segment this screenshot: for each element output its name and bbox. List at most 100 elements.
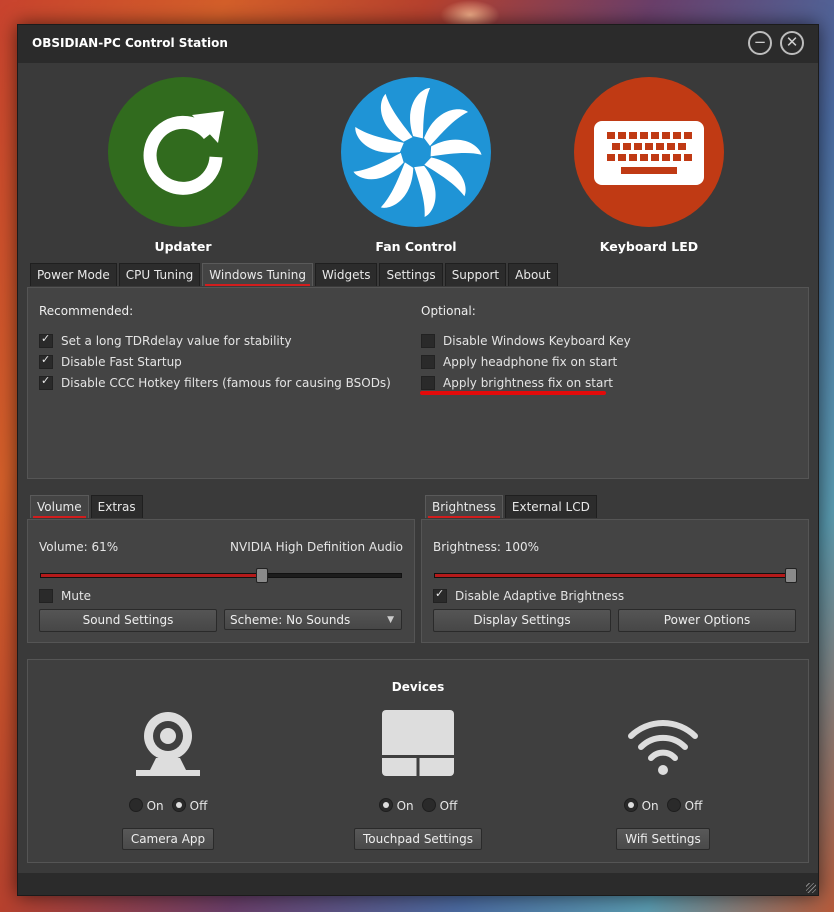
main-tab-bar: Power Mode CPU Tuning Windows Tuning Wid…	[30, 263, 558, 287]
wifi-device: On Off Wifi Settings	[563, 708, 763, 850]
camera-off-label: Off	[189, 799, 208, 813]
adaptive-brightness-label: Disable Adaptive Brightness	[455, 588, 625, 603]
optional-heading: Optional:	[421, 304, 476, 318]
brightness-slider-handle[interactable]	[785, 568, 797, 583]
tab-cpu-tuning[interactable]: CPU Tuning	[118, 263, 201, 286]
fan-control-circle	[341, 77, 491, 227]
fan-control-tile[interactable]: Fan Control	[341, 77, 491, 254]
camera-toggle: On Off	[68, 798, 268, 813]
minimize-button[interactable]: −	[748, 31, 772, 55]
wifi-off-label: Off	[684, 799, 703, 813]
tab-settings[interactable]: Settings	[379, 263, 443, 286]
tab-extras[interactable]: Extras	[90, 495, 143, 518]
camera-on-radio[interactable]	[128, 798, 143, 812]
close-button[interactable]: ✕	[780, 31, 804, 55]
camera-on-option[interactable]: On	[128, 798, 164, 813]
brightness-fix-checkbox[interactable]	[421, 375, 435, 390]
tab-about[interactable]: About	[508, 263, 558, 286]
adaptive-brightness-checkbox[interactable]	[433, 587, 447, 603]
tab-support[interactable]: Support	[444, 263, 507, 286]
updater-tile[interactable]: Updater	[108, 77, 258, 254]
fast-startup-checkbox[interactable]	[39, 353, 53, 369]
ccc-hotkey-option[interactable]: Disable CCC Hotkey filters (famous for c…	[39, 372, 391, 393]
camera-on-label: On	[146, 799, 164, 813]
touchpad-settings-button[interactable]: Touchpad Settings	[353, 828, 483, 850]
tab-volume[interactable]: Volume	[30, 495, 89, 518]
sound-scheme-value: Scheme: No Sounds	[230, 613, 351, 627]
tab-widgets[interactable]: Widgets	[314, 263, 378, 286]
recommended-heading: Recommended:	[39, 304, 134, 318]
resize-grip-icon[interactable]	[806, 883, 816, 893]
tdr-delay-checkbox[interactable]	[39, 332, 53, 348]
ccc-hotkey-label: Disable CCC Hotkey filters (famous for c…	[61, 375, 391, 390]
wifi-on-radio[interactable]	[623, 798, 638, 812]
camera-app-button[interactable]: Camera App	[121, 828, 215, 850]
audio-device-label: NVIDIA High Definition Audio	[230, 540, 403, 554]
brightness-fix-option[interactable]: Apply brightness fix on start	[421, 372, 631, 393]
window-title: OBSIDIAN-PC Control Station	[32, 36, 228, 50]
keyboard-icon	[594, 121, 704, 185]
mute-option[interactable]: Mute	[39, 585, 91, 606]
windows-key-option[interactable]: Disable Windows Keyboard Key	[421, 330, 631, 351]
chevron-down-icon: ▼	[387, 615, 394, 625]
mute-checkbox[interactable]	[39, 588, 53, 603]
fan-icon	[352, 85, 484, 219]
touchpad-on-option[interactable]: On	[378, 798, 414, 813]
touchpad-device: On Off Touchpad Settings	[318, 708, 518, 850]
tab-power-mode[interactable]: Power Mode	[30, 263, 117, 286]
wifi-off-option[interactable]: Off	[666, 798, 703, 813]
volume-slider-fill	[41, 574, 261, 577]
windows-tuning-panel: Recommended: Set a long TDRdelay value f…	[27, 287, 809, 479]
keyboard-led-circle	[574, 77, 724, 227]
updater-label: Updater	[154, 239, 212, 254]
headphone-fix-checkbox[interactable]	[421, 354, 435, 369]
brightness-slider[interactable]	[434, 568, 797, 583]
camera-off-radio[interactable]	[171, 798, 186, 812]
keyboard-led-tile[interactable]: Keyboard LED	[574, 77, 724, 254]
wifi-off-radio[interactable]	[666, 798, 681, 812]
volume-slider-handle[interactable]	[255, 568, 268, 583]
headphone-fix-label: Apply headphone fix on start	[443, 354, 618, 369]
sound-scheme-select[interactable]: Scheme: No Sounds ▼	[224, 609, 402, 630]
touchpad-off-option[interactable]: Off	[421, 798, 458, 813]
highlight-underline	[420, 391, 606, 395]
status-bar	[18, 873, 818, 895]
windows-key-label: Disable Windows Keyboard Key	[443, 333, 631, 348]
title-bar[interactable]: OBSIDIAN-PC Control Station − ✕	[18, 25, 818, 63]
volume-slider[interactable]	[40, 568, 402, 583]
tab-external-lcd[interactable]: External LCD	[504, 495, 597, 518]
volume-tab-bar: Volume Extras	[30, 495, 143, 518]
wifi-toggle: On Off	[563, 798, 763, 813]
keyboard-led-label: Keyboard LED	[599, 239, 699, 254]
volume-label: Volume: 61%	[39, 540, 119, 554]
tab-brightness[interactable]: Brightness	[425, 495, 503, 518]
touchpad-on-label: On	[396, 799, 414, 813]
ccc-hotkey-checkbox[interactable]	[39, 374, 53, 390]
display-settings-button[interactable]: Display Settings	[433, 609, 611, 632]
power-options-button[interactable]: Power Options	[618, 609, 796, 632]
wifi-on-option[interactable]: On	[623, 798, 659, 813]
touchpad-off-label: Off	[439, 799, 458, 813]
sound-settings-button[interactable]: Sound Settings	[39, 609, 217, 632]
webcam-icon	[136, 712, 200, 776]
tab-windows-tuning[interactable]: Windows Tuning	[202, 263, 313, 286]
camera-off-option[interactable]: Off	[171, 798, 208, 813]
wifi-settings-button[interactable]: Wifi Settings	[616, 828, 710, 850]
fast-startup-option[interactable]: Disable Fast Startup	[39, 351, 391, 372]
devices-heading: Devices	[391, 680, 445, 694]
devices-panel: Devices On Off Camera App On Off Touchpa…	[27, 659, 809, 863]
fan-control-label: Fan Control	[375, 239, 457, 254]
touchpad-toggle: On Off	[318, 798, 518, 813]
windows-key-checkbox[interactable]	[421, 333, 435, 348]
adaptive-brightness-option[interactable]: Disable Adaptive Brightness	[433, 585, 624, 606]
tdr-delay-option[interactable]: Set a long TDRdelay value for stability	[39, 330, 391, 351]
app-window: OBSIDIAN-PC Control Station − ✕ Updater	[17, 24, 819, 896]
camera-device: On Off Camera App	[68, 708, 268, 850]
brightness-label: Brightness: 100%	[433, 540, 540, 554]
mute-label: Mute	[61, 588, 92, 603]
brightness-slider-fill	[435, 574, 795, 577]
headphone-fix-option[interactable]: Apply headphone fix on start	[421, 351, 631, 372]
touchpad-off-radio[interactable]	[421, 798, 436, 812]
touchpad-on-radio[interactable]	[378, 798, 393, 812]
brightness-fix-label: Apply brightness fix on start	[443, 375, 613, 390]
